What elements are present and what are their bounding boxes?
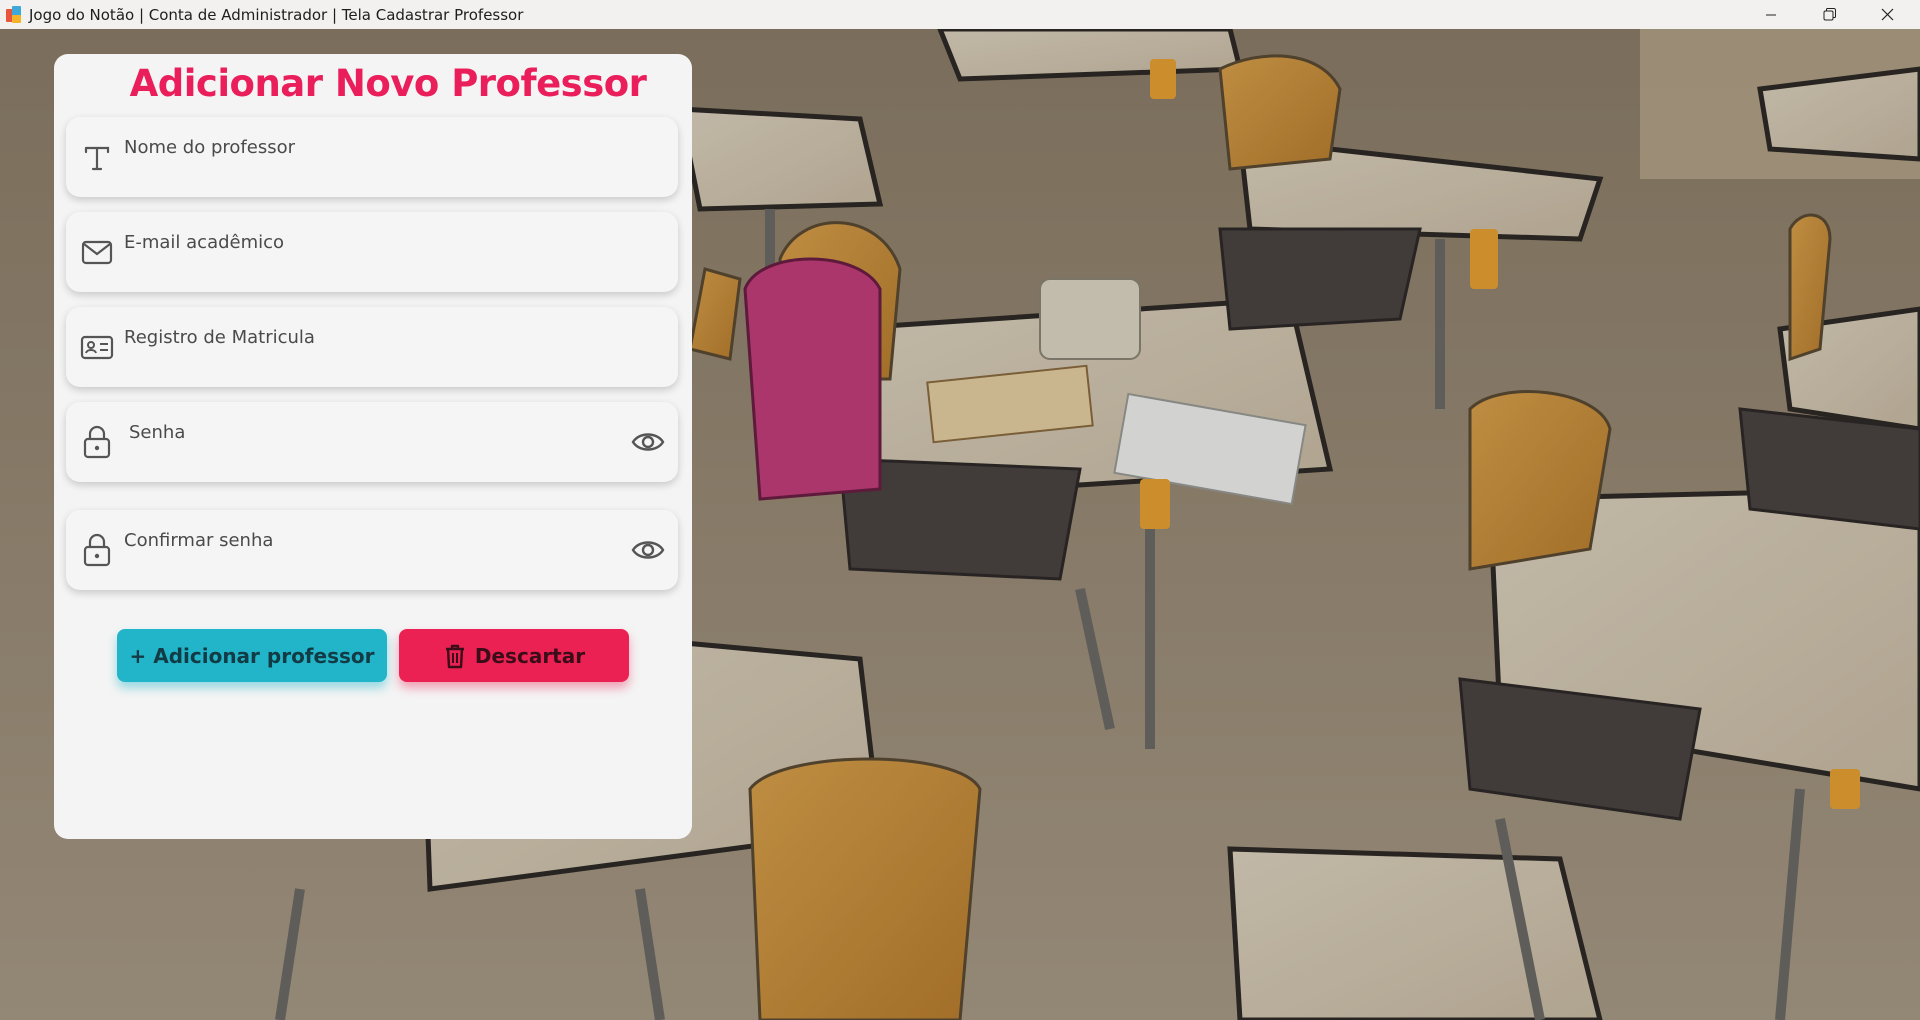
add-professor-button[interactable]: + Adicionar professor xyxy=(117,629,387,682)
minimize-icon xyxy=(1766,14,1776,15)
trash-icon xyxy=(445,644,464,668)
professor-name-input[interactable] xyxy=(124,135,594,159)
email-field[interactable] xyxy=(66,212,678,292)
id-card-icon xyxy=(79,329,115,365)
registration-field[interactable] xyxy=(66,307,678,387)
add-professor-label: + Adicionar professor xyxy=(129,643,375,668)
confirm-password-field[interactable] xyxy=(66,510,678,590)
minimize-button[interactable] xyxy=(1742,0,1800,29)
lock-icon xyxy=(79,532,115,568)
discard-label: Descartar xyxy=(474,643,586,668)
close-window-button[interactable] xyxy=(1858,0,1916,29)
text-icon xyxy=(79,139,115,175)
professor-name-field[interactable] xyxy=(66,117,678,197)
password-input[interactable] xyxy=(129,420,599,444)
email-input[interactable] xyxy=(124,230,594,254)
password-field[interactable] xyxy=(66,402,678,482)
close-icon xyxy=(1881,8,1893,21)
window-titlebar: Jogo do Notão | Conta de Administrador |… xyxy=(0,0,1920,29)
discard-button[interactable]: Descartar xyxy=(399,629,629,682)
show-password-eye-icon[interactable] xyxy=(630,426,666,458)
mail-icon xyxy=(79,234,115,270)
lock-icon xyxy=(79,424,115,460)
app-logo-icon xyxy=(6,5,22,24)
window-title: Jogo do Notão | Conta de Administrador |… xyxy=(29,5,524,24)
add-professor-card: Adicionar Novo Professor Nome do profess… xyxy=(54,54,692,839)
page-title: Adicionar Novo Professor xyxy=(129,62,647,105)
show-confirm-password-eye-icon[interactable] xyxy=(630,534,666,566)
confirm-password-input[interactable] xyxy=(124,528,594,552)
registration-input[interactable] xyxy=(124,325,594,349)
restore-icon xyxy=(1823,8,1836,21)
restore-button[interactable] xyxy=(1800,0,1858,29)
